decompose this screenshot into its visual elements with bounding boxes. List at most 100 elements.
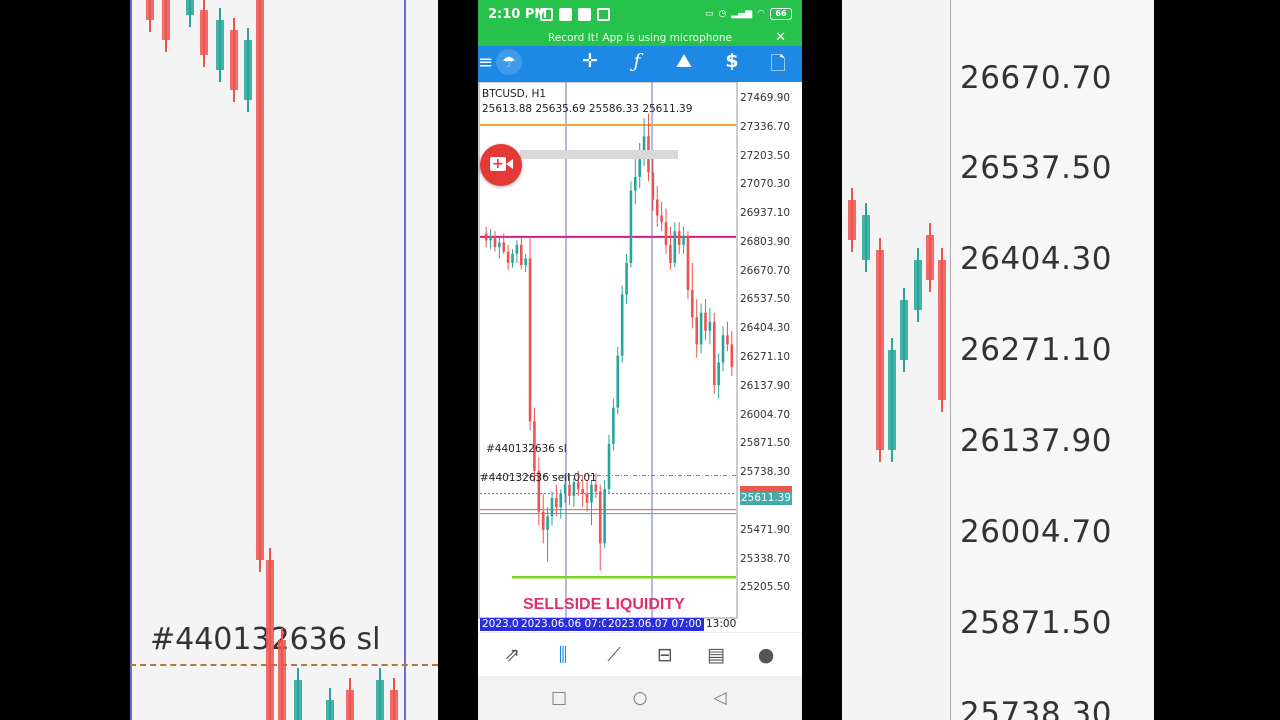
news-icon[interactable]: ▤ (702, 643, 730, 667)
candle-body (669, 244, 672, 263)
overlay-strip (520, 150, 678, 159)
status-system-icons: ▭ ◷ ▂▄▆ ◠ 66 (705, 8, 792, 20)
chart-symbol: BTCUSD, H1 (482, 88, 547, 100)
background-candle-body (216, 20, 224, 70)
candle-body (590, 484, 593, 503)
chart-toolbar: ≡ ☂ ✛ ƒ ⛰ $ 🗋 (478, 46, 802, 82)
menu-icon[interactable]: ≡ (478, 52, 493, 73)
background-candle-body (848, 200, 856, 240)
candle-body (559, 493, 563, 508)
background-price: 26271.10 (960, 332, 1112, 368)
background-candle-body (862, 215, 870, 260)
status-notification-icons (540, 8, 610, 21)
objects-icon[interactable]: ⛰ (670, 50, 698, 72)
background-candle-body (914, 260, 922, 310)
price-axis-label: 26137.90 (740, 380, 791, 392)
background-price: 26670.70 (960, 60, 1112, 96)
candle-body (695, 317, 699, 345)
candle-body (686, 235, 690, 291)
background-candles-right (848, 188, 946, 462)
background-candle-body (256, 0, 264, 560)
price-axis-label: 25338.70 (740, 553, 791, 565)
price-axis-label: 25205.50 (740, 581, 791, 593)
candle-body (673, 231, 677, 263)
recording-banner[interactable]: Record It! App is using microphone ✕ (478, 30, 802, 46)
time-axis-label: 2023.06.06 07:00 (519, 618, 617, 631)
background-candle-body (926, 235, 934, 280)
record-button[interactable]: + (480, 144, 522, 186)
candle-body (603, 489, 606, 544)
candle-body (677, 231, 681, 245)
background-candle-body (266, 560, 274, 720)
background-candle-body (162, 0, 170, 40)
candle-body (598, 491, 602, 544)
home-icon[interactable]: ○ (627, 688, 653, 708)
phone-screen: 2:10 PM ▭ ◷ ▂▄▆ ◠ 66 Record It! App is u… (478, 0, 802, 720)
background-candle-body (376, 680, 384, 720)
bid-price-tag: 25611.39 (740, 492, 792, 505)
time-axis-label: 13:00 (706, 618, 737, 630)
candle-body (519, 244, 523, 266)
price-axis-label: 27469.90 (740, 92, 791, 104)
price-axis-label: 26670.70 (740, 265, 791, 277)
new-order-icon[interactable]: 🗋 (764, 50, 792, 82)
candle-body (717, 362, 720, 386)
time-axis-label: 2023.06.07 07:00 (606, 618, 704, 631)
chat-icon[interactable]: ● (752, 643, 780, 667)
inbox-icon[interactable]: ⊟ (651, 643, 679, 667)
chart-area[interactable]: BTCUSD, H1 25613.88 25635.69 25586.33 25… (478, 82, 802, 632)
background-price: 26404.30 (960, 241, 1112, 277)
indicators-icon[interactable]: ƒ (623, 50, 651, 72)
order-sl-label: #440132636 sl (486, 443, 567, 455)
camera-lens-icon (506, 159, 513, 169)
candle-body (660, 215, 663, 223)
sellside-liquidity-annotation: SELLSIDE LIQUIDITY (523, 596, 685, 613)
cast-icon: ▭ (705, 9, 714, 19)
background-price: 25738.30 (960, 696, 1112, 720)
candle-body (625, 262, 628, 295)
background-candles-left (146, 0, 398, 720)
price-axis-label: 25738.30 (740, 466, 791, 478)
candle-body (498, 242, 501, 248)
price-axis-label: 27203.50 (740, 150, 791, 162)
background-candle-body (294, 680, 302, 720)
trade-lines-icon[interactable]: ⟋ (600, 643, 628, 667)
candle-body (515, 244, 519, 254)
price-axis-label: 26537.50 (740, 293, 791, 305)
candle-body (651, 172, 655, 200)
app-notification-icon (559, 8, 572, 21)
candle-body (541, 511, 545, 530)
trade-icon[interactable]: $ (718, 50, 746, 72)
close-icon[interactable]: ✕ (775, 30, 786, 46)
price-axis-label: 26004.70 (740, 409, 791, 421)
price-axis-label: 25871.50 (740, 437, 791, 449)
back-icon[interactable]: ◁ (707, 688, 733, 708)
candle-body (524, 258, 527, 266)
background-candle-body (900, 300, 908, 360)
candle-body (712, 321, 716, 386)
background-candle-body (146, 0, 154, 20)
app-logo-icon[interactable]: ☂ (496, 49, 522, 75)
crosshair-icon[interactable]: ✛ (576, 50, 604, 72)
candle-body (726, 335, 729, 345)
recents-icon[interactable]: □ (546, 688, 572, 708)
candle-body (585, 493, 589, 503)
background-chart-left: #440132636 sl (130, 0, 438, 720)
order-sell-label: #440132636 sell 0.01 (480, 472, 597, 484)
candle-body (506, 251, 510, 263)
candle-body (489, 235, 492, 241)
background-price: 26004.70 (960, 514, 1112, 550)
youtube-icon (578, 8, 591, 21)
price-axis-label: 26937.10 (740, 207, 791, 219)
background-candle-body (230, 30, 238, 90)
quotes-icon[interactable]: ⇗ (498, 643, 526, 667)
background-candle-body (876, 250, 884, 450)
candle-body (493, 235, 497, 248)
candle-body (594, 484, 598, 492)
chart-candles-icon[interactable]: ⫼ (549, 643, 577, 667)
candle-body (502, 242, 506, 252)
candle-body (620, 294, 624, 356)
candle-body (616, 355, 620, 408)
status-time: 2:10 PM (488, 7, 548, 22)
bottom-tab-bar: ⇗ ⫼ ⟋ ⊟ ▤ ● (478, 632, 802, 676)
